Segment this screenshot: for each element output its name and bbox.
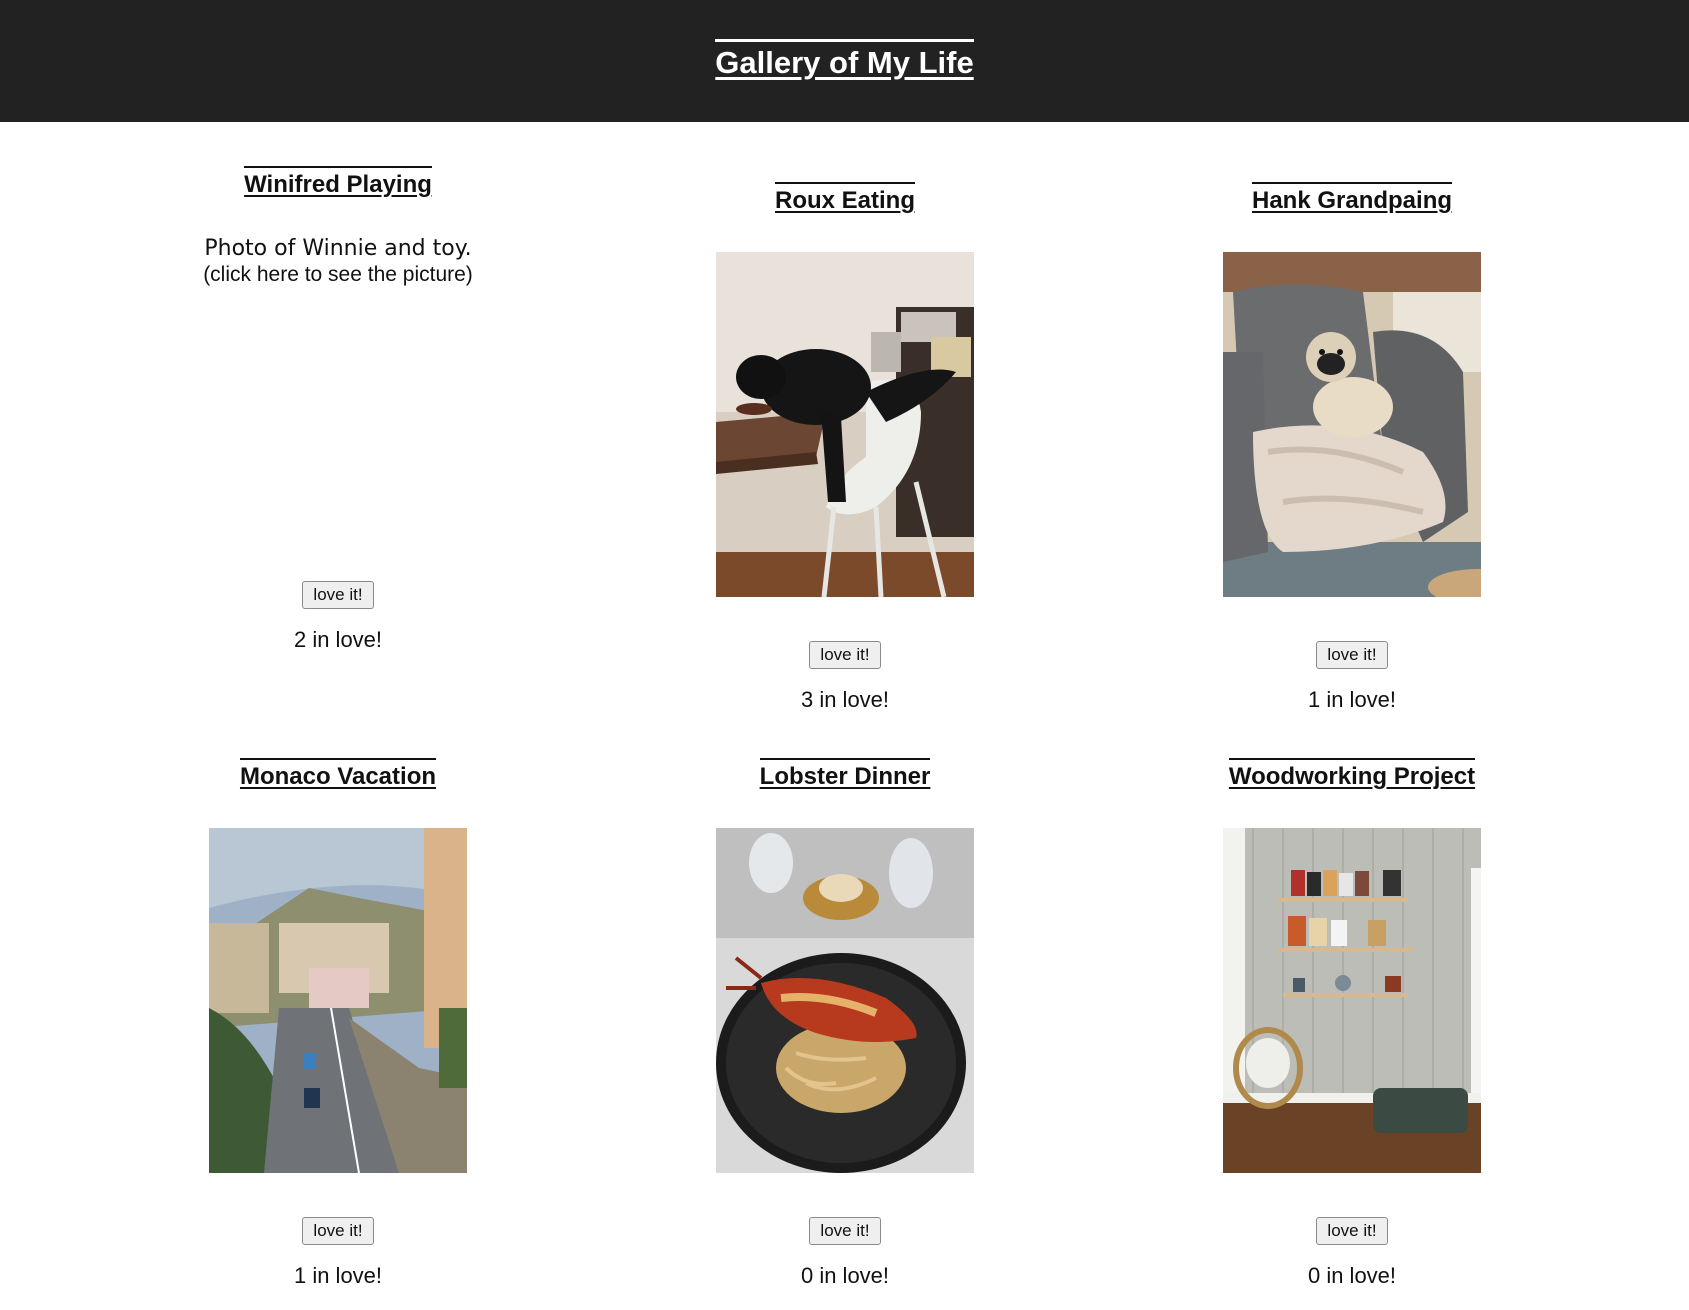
broken-image-alt-text[interactable]: Photo of Winnie and toy. (click here to … xyxy=(203,236,473,581)
love-count: 0 in love! xyxy=(800,1263,890,1288)
love-count: 0 in love! xyxy=(1307,1263,1397,1288)
card-title: Lobster Dinner xyxy=(759,758,931,792)
gallery-card-hank: Hank Grandpaing love it! 1 in love! xyxy=(1092,182,1612,713)
card-title: Hank Grandpaing xyxy=(1251,182,1453,216)
gallery-card-winifred: Winifred Playing Photo of Winnie and toy… xyxy=(78,166,598,653)
card-title: Roux Eating xyxy=(774,182,915,216)
gallery-card-woodworking: Woodworking Project love it! 0 in love! xyxy=(1092,758,1612,1289)
love-count: 1 in love! xyxy=(293,1263,383,1288)
love-count: 1 in love! xyxy=(1307,687,1397,712)
card-title: Winifred Playing xyxy=(244,166,432,200)
gallery-card-lobster: Lobster Dinner love it! 0 in love! xyxy=(585,758,1105,1289)
gallery-card-roux: Roux Eating love it! 3 in love! xyxy=(585,182,1105,713)
photo-pug-on-chair[interactable] xyxy=(1223,252,1481,597)
gallery-grid: Winifred Playing Photo of Winnie and toy… xyxy=(0,122,1689,1310)
alt-text-line: Photo of Winnie and toy. xyxy=(204,236,472,261)
love-count: 3 in love! xyxy=(800,687,890,712)
page-header: Gallery of My Life xyxy=(0,0,1689,122)
love-button[interactable]: love it! xyxy=(1316,641,1388,669)
love-button[interactable]: love it! xyxy=(1316,1217,1388,1245)
love-count: 2 in love! xyxy=(293,627,383,652)
alt-text-hint: (click here to see the picture) xyxy=(203,263,473,286)
page-title: Gallery of My Life xyxy=(715,39,974,82)
photo-cat-eating[interactable] xyxy=(716,252,974,597)
photo-woodworking-project[interactable] xyxy=(1223,828,1481,1173)
card-title: Monaco Vacation xyxy=(239,758,437,792)
card-title: Woodworking Project xyxy=(1228,758,1476,792)
photo-monaco-vacation[interactable] xyxy=(209,828,467,1173)
love-button[interactable]: love it! xyxy=(302,1217,374,1245)
gallery-card-monaco: Monaco Vacation love it! 1 in love! xyxy=(78,758,598,1289)
love-button[interactable]: love it! xyxy=(809,641,881,669)
photo-lobster-dinner[interactable] xyxy=(716,828,974,1173)
love-button[interactable]: love it! xyxy=(302,581,374,609)
love-button[interactable]: love it! xyxy=(809,1217,881,1245)
